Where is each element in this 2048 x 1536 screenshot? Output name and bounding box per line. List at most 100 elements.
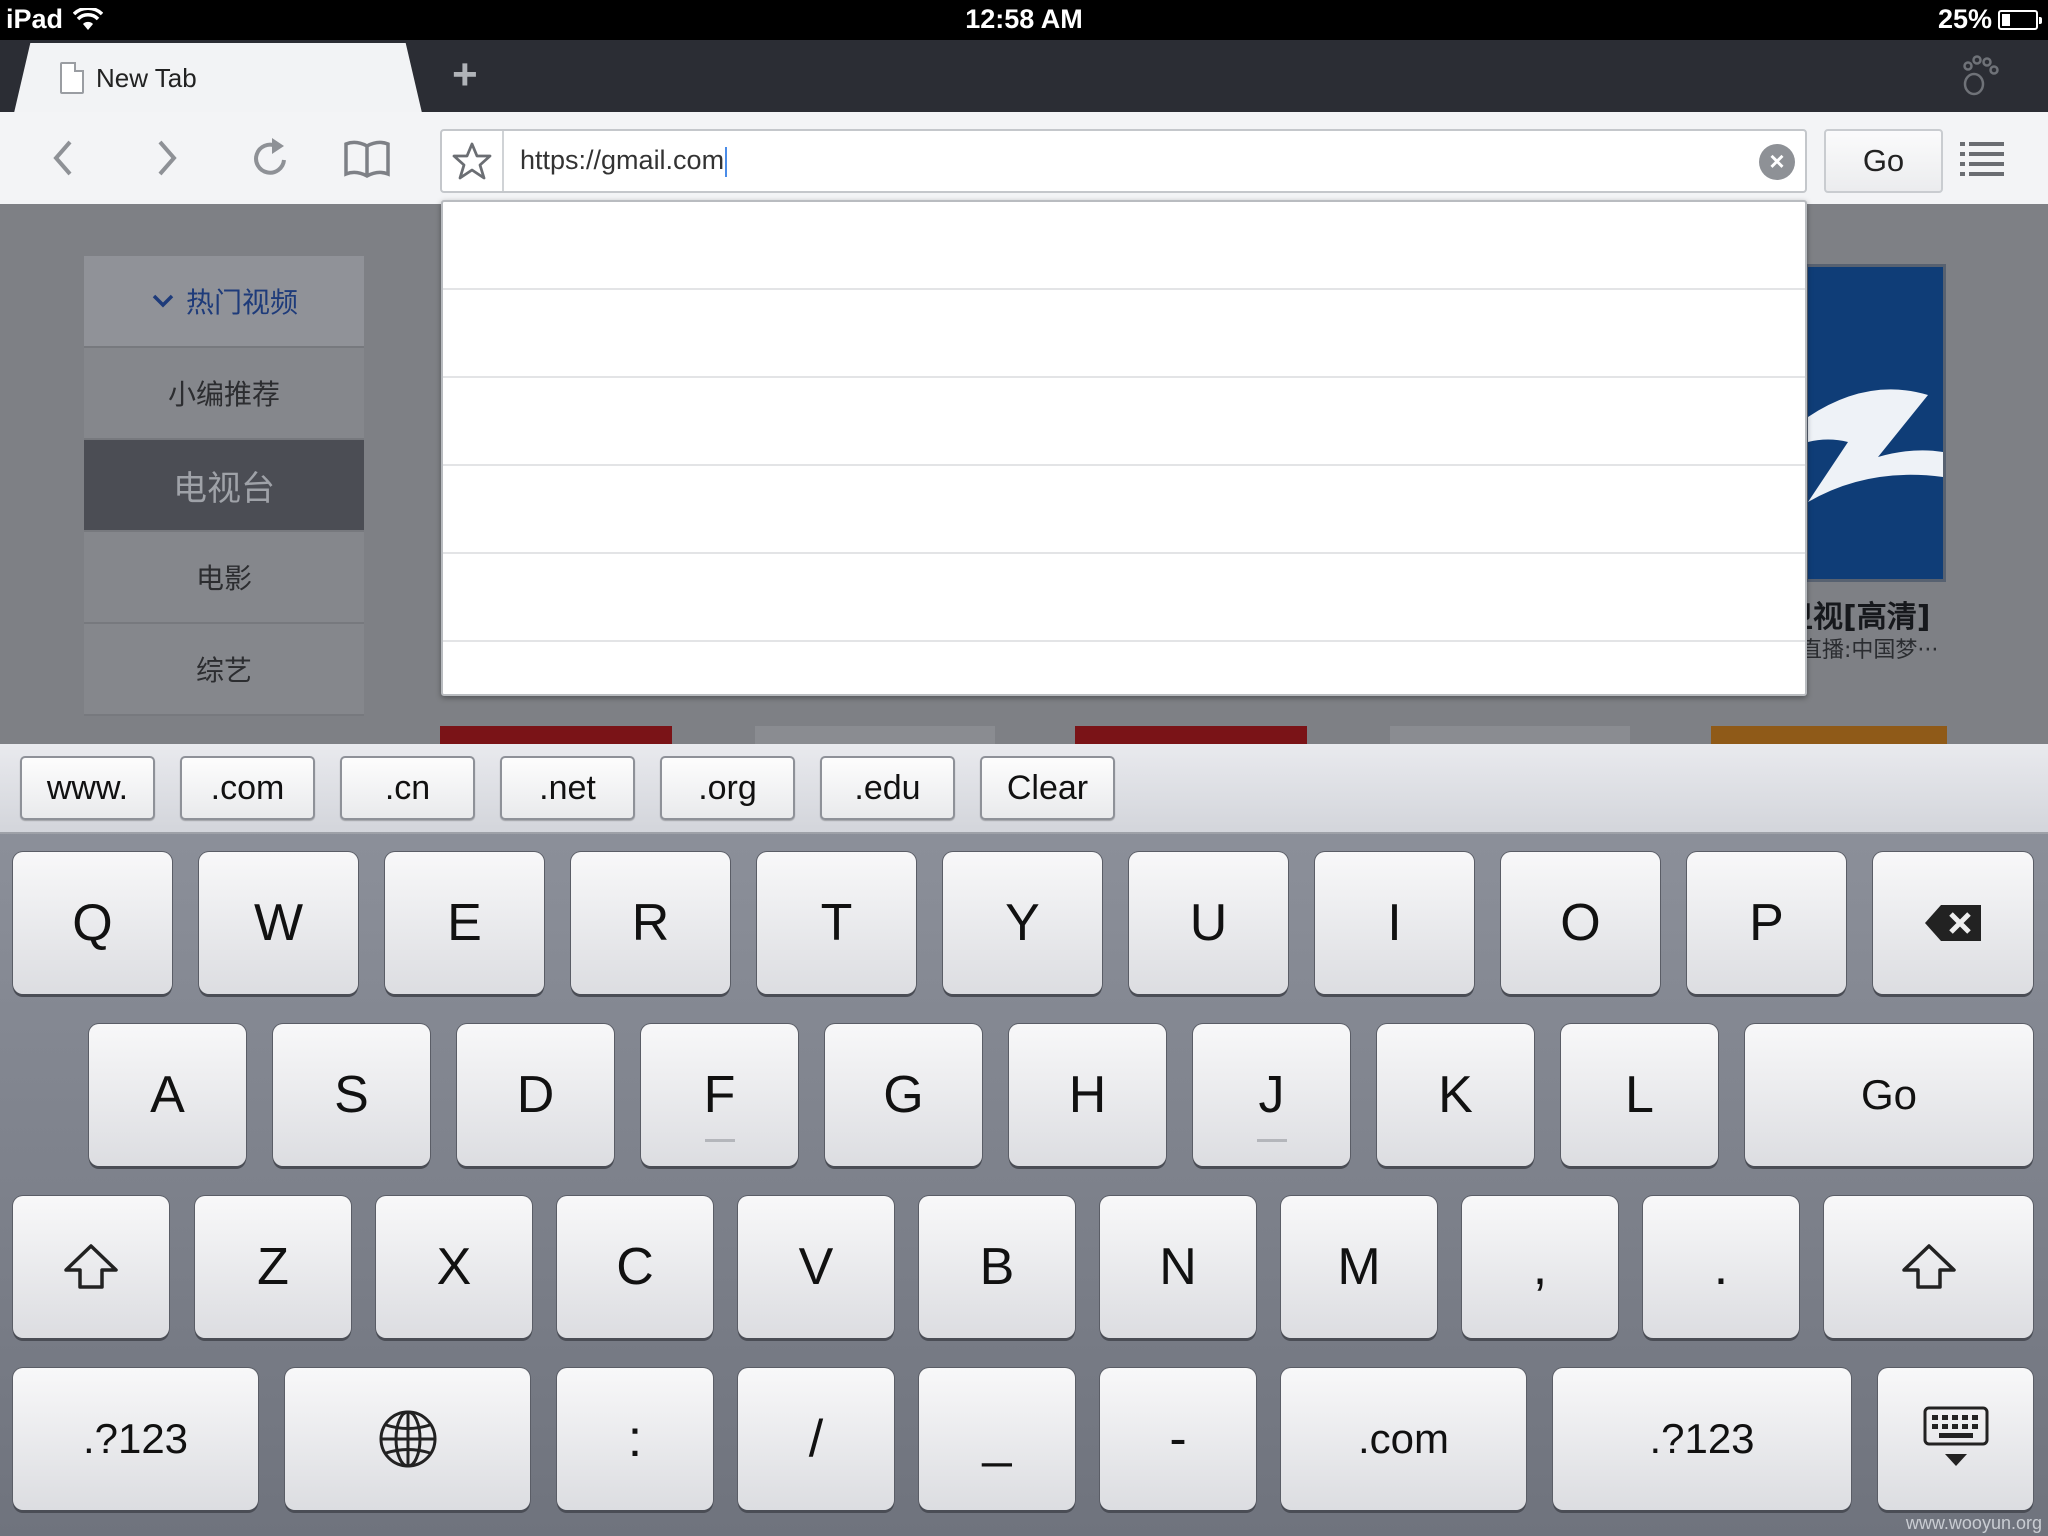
shortcut-cn[interactable]: .cn: [340, 756, 475, 820]
content-tile[interactable]: [1711, 726, 1947, 744]
channel-logo-icon: [1808, 389, 1943, 502]
go-key[interactable]: Go: [1745, 1024, 2033, 1166]
content-tile[interactable]: [755, 726, 995, 744]
channel-thumbnail[interactable]: [1805, 264, 1946, 582]
tab-new-tab[interactable]: New Tab: [14, 43, 422, 113]
suggestion-row[interactable]: [443, 290, 1805, 378]
thumbnail-subcaption: 直播:中国梦···: [1800, 638, 1939, 663]
shift-right-icon: [1901, 1244, 1956, 1289]
side-menu-variety[interactable]: 综艺: [84, 624, 364, 716]
key-dotcom[interactable]: .com: [1281, 1368, 1526, 1510]
hide-keyboard-key[interactable]: [1878, 1368, 2033, 1510]
key-colon[interactable]: :: [557, 1368, 713, 1510]
key-v[interactable]: V: [738, 1196, 894, 1338]
url-suggestions-dropdown: [441, 200, 1807, 696]
key-f[interactable]: F: [641, 1024, 798, 1166]
status-bar: iPad 12:58 AM 25%: [0, 0, 2048, 40]
backspace-key[interactable]: [1873, 852, 2033, 994]
key-u[interactable]: U: [1129, 852, 1288, 994]
key-r[interactable]: R: [571, 852, 730, 994]
key-s[interactable]: S: [273, 1024, 430, 1166]
key-n[interactable]: N: [1100, 1196, 1256, 1338]
url-shortcut-bar: www. .com .cn .net .org .edu Clear: [0, 744, 2048, 834]
suggestion-row[interactable]: [443, 378, 1805, 466]
shortcut-org[interactable]: .org: [660, 756, 795, 820]
key-b[interactable]: B: [919, 1196, 1075, 1338]
suggestion-row[interactable]: [443, 554, 1805, 642]
key-t[interactable]: T: [757, 852, 916, 994]
menu-icon[interactable]: [1960, 140, 2004, 176]
side-menu-hot-videos[interactable]: 热门视频: [84, 256, 364, 348]
side-menu-movies[interactable]: 电影: [84, 532, 364, 624]
shift-right-key[interactable]: [1824, 1196, 2033, 1338]
key-o[interactable]: O: [1501, 852, 1660, 994]
key-q[interactable]: Q: [13, 852, 172, 994]
forward-icon[interactable]: [150, 134, 184, 182]
key-h[interactable]: H: [1009, 1024, 1166, 1166]
tab-strip: New Tab +: [0, 40, 2048, 113]
paw-icon[interactable]: [1960, 54, 2006, 100]
shortcut-www[interactable]: www.: [20, 756, 155, 820]
key-underscore[interactable]: _: [919, 1368, 1075, 1510]
numbers-key-right[interactable]: .?123: [1553, 1368, 1851, 1510]
side-menu: 热门视频 小编推荐 电视台 电影 综艺: [84, 256, 364, 716]
key-l[interactable]: L: [1561, 1024, 1718, 1166]
hide-keyboard-icon: [1923, 1406, 1988, 1466]
shift-left-key[interactable]: [13, 1196, 169, 1338]
key-y[interactable]: Y: [943, 852, 1102, 994]
key-a[interactable]: A: [89, 1024, 246, 1166]
side-menu-editor-picks[interactable]: 小编推荐: [84, 348, 364, 440]
go-button[interactable]: Go: [1824, 129, 1943, 193]
key-p[interactable]: P: [1687, 852, 1846, 994]
key-period[interactable]: .: [1643, 1196, 1799, 1338]
chevron-down-icon: [152, 294, 174, 308]
status-clock: 12:58 AM: [965, 4, 1083, 34]
content-tile[interactable]: [1390, 726, 1630, 744]
url-input[interactable]: https://gmail.com ×: [440, 129, 1807, 193]
reload-icon[interactable]: [246, 134, 294, 182]
backspace-icon: [1925, 905, 1981, 941]
key-m[interactable]: M: [1281, 1196, 1437, 1338]
clear-icon[interactable]: ×: [1759, 144, 1795, 180]
globe-key[interactable]: [285, 1368, 530, 1510]
globe-icon: [379, 1410, 436, 1468]
key-comma[interactable]: ,: [1462, 1196, 1618, 1338]
key-e[interactable]: E: [385, 852, 544, 994]
tab-title: New Tab: [96, 62, 197, 93]
side-menu-tv[interactable]: 电视台: [84, 440, 364, 532]
home-row-marker: [704, 1139, 735, 1142]
back-icon[interactable]: [46, 134, 80, 182]
key-label: J: [1258, 1066, 1285, 1124]
key-w[interactable]: W: [199, 852, 358, 994]
key-x[interactable]: X: [376, 1196, 532, 1338]
key-j[interactable]: J: [1193, 1024, 1350, 1166]
key-slash[interactable]: /: [738, 1368, 894, 1510]
star-icon[interactable]: [442, 131, 504, 191]
bookmarks-icon[interactable]: [342, 134, 392, 182]
key-g[interactable]: G: [825, 1024, 982, 1166]
shortcut-net[interactable]: .net: [500, 756, 635, 820]
url-text: https://gmail.com: [520, 145, 725, 175]
shortcut-edu[interactable]: .edu: [820, 756, 955, 820]
content-tile[interactable]: [440, 726, 672, 744]
key-k[interactable]: K: [1377, 1024, 1534, 1166]
key-d[interactable]: D: [457, 1024, 614, 1166]
watermark: www.wooyun.org: [1905, 1513, 2042, 1533]
key-i[interactable]: I: [1315, 852, 1474, 994]
suggestion-row[interactable]: [443, 202, 1805, 290]
home-row-marker: [1256, 1139, 1287, 1142]
key-dash[interactable]: -: [1100, 1368, 1256, 1510]
suggestion-row[interactable]: [443, 466, 1805, 554]
shortcut-clear[interactable]: Clear: [980, 756, 1115, 820]
key-z[interactable]: Z: [195, 1196, 351, 1338]
plus-icon[interactable]: +: [452, 50, 478, 100]
suggestion-row[interactable]: [443, 642, 1805, 692]
content-tile[interactable]: [1075, 726, 1307, 744]
numbers-key-left[interactable]: .?123: [13, 1368, 258, 1510]
text-caret: [725, 146, 728, 177]
key-c[interactable]: C: [557, 1196, 713, 1338]
battery-percent: 25%: [1937, 4, 1992, 34]
shift-left-icon: [64, 1244, 118, 1289]
shortcut-com[interactable]: .com: [180, 756, 315, 820]
side-menu-label: 热门视频: [185, 286, 298, 319]
